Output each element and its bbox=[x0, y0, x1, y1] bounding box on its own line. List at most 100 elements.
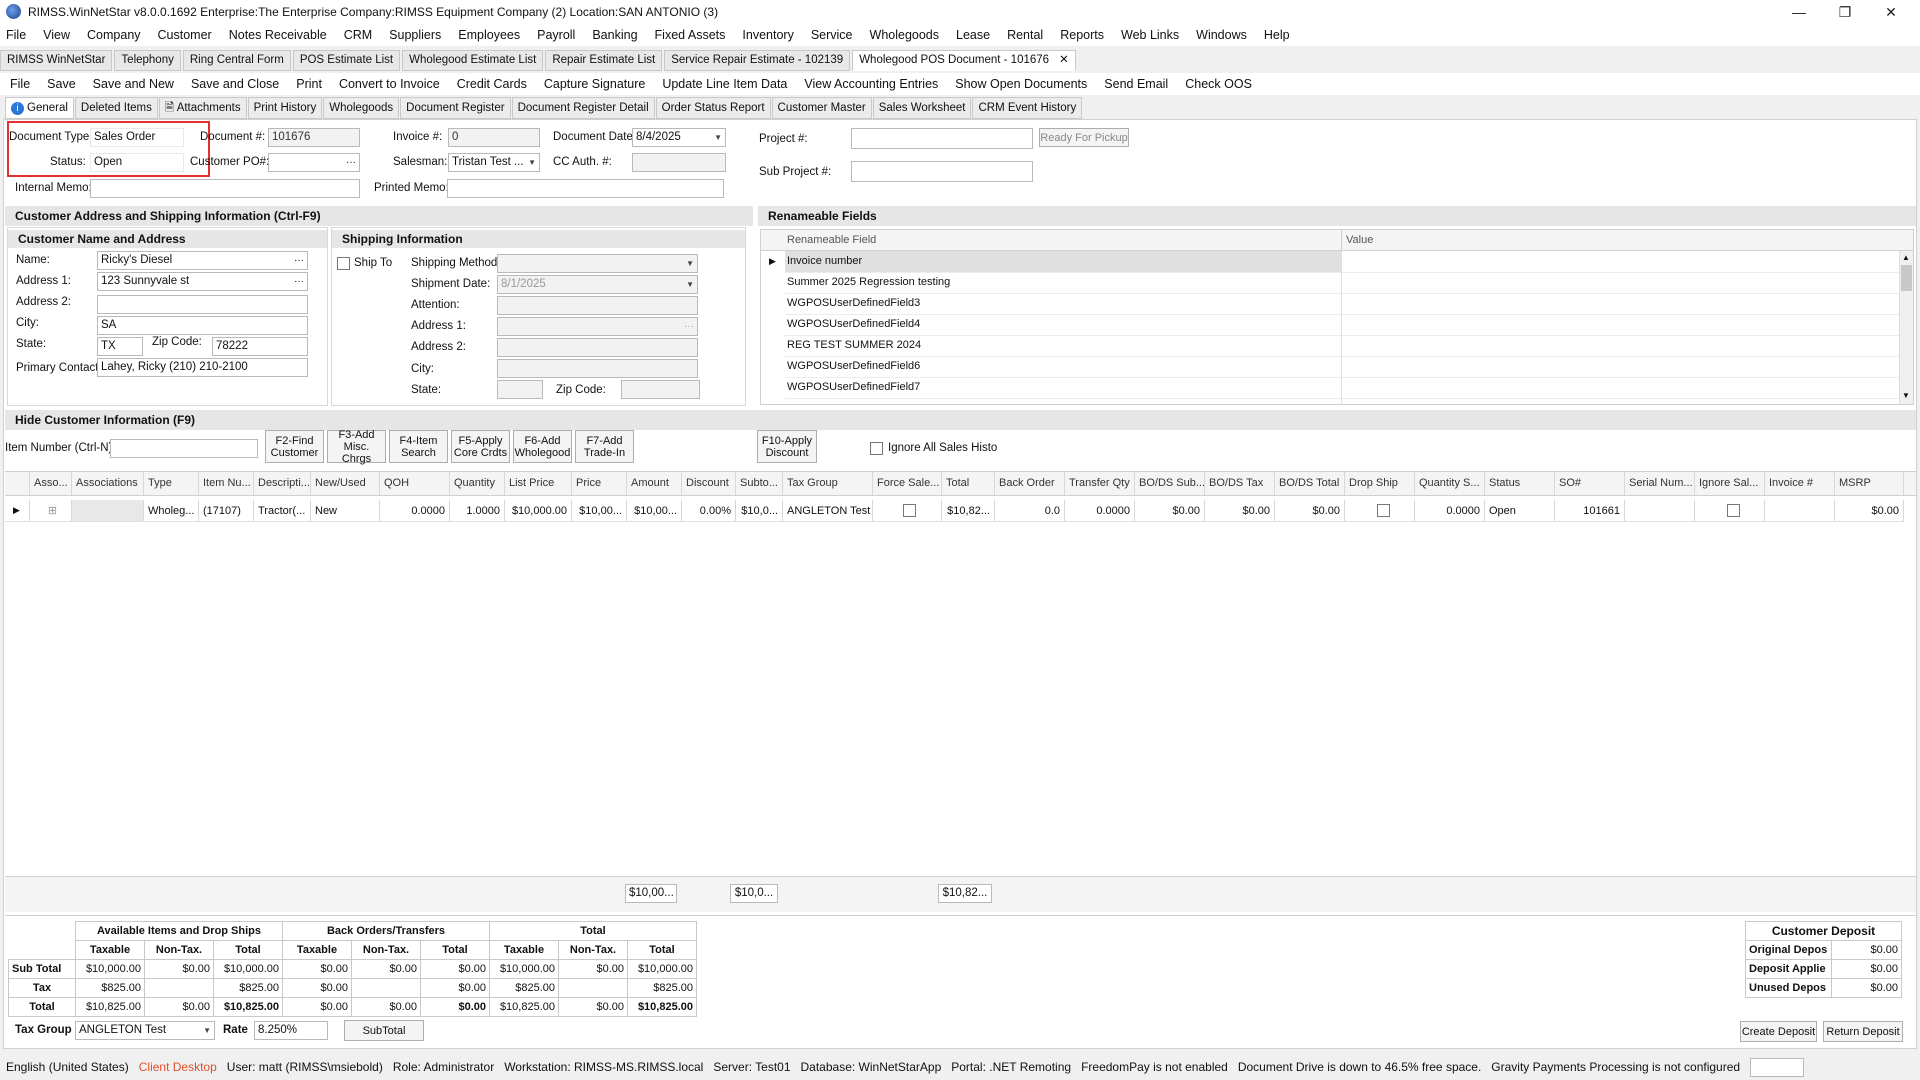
tab-document-register[interactable]: Document Register bbox=[400, 97, 511, 119]
cust-po-input[interactable]: ··· bbox=[268, 153, 360, 172]
show-open-documents-button[interactable]: Show Open Documents bbox=[955, 77, 1087, 91]
col-msrp[interactable]: MSRP bbox=[1834, 472, 1904, 495]
col-price[interactable]: Price bbox=[571, 472, 626, 495]
tab-wholegoods[interactable]: Wholegoods bbox=[323, 97, 400, 119]
tab-print-history[interactable]: Print History bbox=[247, 97, 323, 119]
menu-file[interactable]: File bbox=[6, 28, 26, 42]
ignore-sales-history-checkbox[interactable] bbox=[870, 442, 883, 455]
menu-web-links[interactable]: Web Links bbox=[1121, 28, 1179, 42]
expand-icon[interactable]: ⊞ bbox=[29, 500, 71, 521]
scroll-down-icon[interactable]: ▼ bbox=[1902, 391, 1910, 400]
hide-customer-toggle[interactable]: Hide Customer Information (F9) bbox=[5, 410, 1916, 430]
tab-repair-estimate-list[interactable]: Repair Estimate List bbox=[545, 50, 663, 71]
menu-rental[interactable]: Rental bbox=[1007, 28, 1043, 42]
project-input[interactable] bbox=[851, 128, 1033, 149]
customer-section-header[interactable]: Customer Address and Shipping Informatio… bbox=[5, 206, 753, 226]
find-customer-button[interactable]: F2-Find Customer bbox=[265, 430, 324, 463]
col-quantity-shipped[interactable]: Quantity S... bbox=[1414, 472, 1484, 495]
col-bods-total[interactable]: BO/DS Total bbox=[1274, 472, 1344, 495]
close-icon[interactable]: ✕ bbox=[1868, 0, 1914, 24]
menu-lease[interactable]: Lease bbox=[956, 28, 990, 42]
tab-sales-worksheet[interactable]: Sales Worksheet bbox=[872, 97, 972, 119]
ellipsis-icon[interactable]: ··· bbox=[346, 154, 356, 171]
print-button[interactable]: Print bbox=[296, 77, 322, 91]
salesman-select[interactable]: Tristan Test ... ▼ bbox=[448, 153, 540, 172]
renameable-row[interactable]: REG TEST SUMMER 2024 bbox=[787, 339, 921, 351]
menu-wholegoods[interactable]: Wholegoods bbox=[870, 28, 940, 42]
convert-to-invoice-button[interactable]: Convert to Invoice bbox=[339, 77, 440, 91]
ship-to-checkbox[interactable] bbox=[337, 257, 350, 270]
tab-crm-event-history[interactable]: CRM Event History bbox=[972, 97, 1083, 119]
tab-customer-master[interactable]: Customer Master bbox=[771, 97, 872, 119]
subtotal-button[interactable]: SubTotal bbox=[344, 1020, 424, 1041]
tab-pos-estimate-list[interactable]: POS Estimate List bbox=[292, 50, 401, 71]
force-sale-checkbox[interactable] bbox=[903, 504, 916, 517]
menu-payroll[interactable]: Payroll bbox=[537, 28, 575, 42]
col-quantity[interactable]: Quantity bbox=[449, 472, 504, 495]
ready-for-pickup-button[interactable]: Ready For Pickup bbox=[1039, 128, 1129, 147]
tab-ring-central[interactable]: Ring Central Form bbox=[182, 50, 291, 71]
state-input[interactable]: TX bbox=[97, 337, 143, 356]
menu-employees[interactable]: Employees bbox=[458, 28, 520, 42]
save-and-close-button[interactable]: Save and Close bbox=[191, 77, 279, 91]
ellipsis-icon[interactable]: ··· bbox=[294, 252, 304, 269]
col-transfer-qty[interactable]: Transfer Qty bbox=[1064, 472, 1134, 495]
tab-attachments[interactable]: 🗎 Attachments bbox=[158, 97, 247, 119]
tab-document-register-detail[interactable]: Document Register Detail bbox=[511, 97, 655, 119]
save-and-new-button[interactable]: Save and New bbox=[93, 77, 174, 91]
menu-service[interactable]: Service bbox=[811, 28, 853, 42]
menu-notes-receivable[interactable]: Notes Receivable bbox=[229, 28, 327, 42]
add-misc-charges-button[interactable]: F3-Add Misc. Chrgs bbox=[327, 429, 386, 465]
tab-telephony[interactable]: Telephony bbox=[114, 50, 181, 71]
renameable-row[interactable]: Invoice number bbox=[787, 255, 862, 267]
view-accounting-button[interactable]: View Accounting Entries bbox=[804, 77, 938, 91]
restore-icon[interactable]: ❐ bbox=[1822, 0, 1868, 24]
update-line-item-button[interactable]: Update Line Item Data bbox=[662, 77, 787, 91]
menu-banking[interactable]: Banking bbox=[592, 28, 637, 42]
menu-customer[interactable]: Customer bbox=[158, 28, 212, 42]
save-button[interactable]: Save bbox=[47, 77, 76, 91]
ignore-sales-checkbox[interactable] bbox=[1727, 504, 1740, 517]
col-tax-group[interactable]: Tax Group bbox=[782, 472, 872, 495]
renameable-row[interactable]: WGPOSUserDefinedField7 bbox=[787, 381, 920, 393]
tab-order-status-report[interactable]: Order Status Report bbox=[655, 97, 771, 119]
menu-reports[interactable]: Reports bbox=[1060, 28, 1104, 42]
col-serial-number[interactable]: Serial Num... bbox=[1624, 472, 1694, 495]
add-wholegood-button[interactable]: F6-Add Wholegood bbox=[513, 430, 572, 463]
col-type[interactable]: Type bbox=[143, 472, 198, 495]
col-asso[interactable]: Asso... bbox=[29, 472, 71, 495]
address1-input[interactable]: 123 Sunnyvale st ··· bbox=[97, 272, 308, 291]
table-row[interactable]: ▶ ⊞ Wholeg... (17107) Tractor(... New 0.… bbox=[5, 500, 1904, 522]
col-description[interactable]: Descripti... bbox=[253, 472, 310, 495]
drop-ship-checkbox[interactable] bbox=[1377, 504, 1390, 517]
col-discount[interactable]: Discount bbox=[681, 472, 735, 495]
col-bods-tax[interactable]: BO/DS Tax bbox=[1204, 472, 1274, 495]
col-status[interactable]: Status bbox=[1484, 472, 1554, 495]
tab-service-repair-estimate[interactable]: Service Repair Estimate - 102139 bbox=[664, 50, 851, 71]
send-email-button[interactable]: Send Email bbox=[1104, 77, 1168, 91]
add-trade-in-button[interactable]: F7-Add Trade-In bbox=[575, 430, 634, 463]
item-number-input[interactable] bbox=[110, 439, 258, 458]
scroll-up-icon[interactable]: ▲ bbox=[1902, 253, 1910, 262]
minimize-icon[interactable]: — bbox=[1776, 0, 1822, 24]
item-search-button[interactable]: F4-Item Search bbox=[389, 430, 448, 463]
doc-date-picker[interactable]: 8/4/2025 ▼ bbox=[632, 128, 726, 147]
menu-fixed-assets[interactable]: Fixed Assets bbox=[655, 28, 726, 42]
col-amount[interactable]: Amount bbox=[626, 472, 681, 495]
menu-inventory[interactable]: Inventory bbox=[742, 28, 793, 42]
col-qoh[interactable]: QOH bbox=[379, 472, 449, 495]
col-force-sale[interactable]: Force Sale... bbox=[872, 472, 941, 495]
check-oos-button[interactable]: Check OOS bbox=[1185, 77, 1252, 91]
menu-view[interactable]: View bbox=[43, 28, 70, 42]
col-bods-subtotal[interactable]: BO/DS Sub... bbox=[1134, 472, 1204, 495]
menu-help[interactable]: Help bbox=[1264, 28, 1290, 42]
col-item-number[interactable]: Item Nu... bbox=[198, 472, 253, 495]
zip-input[interactable]: 78222 bbox=[212, 337, 308, 356]
apply-core-credits-button[interactable]: F5-Apply Core Crdts bbox=[451, 430, 510, 463]
apply-discount-button[interactable]: F10-Apply Discount bbox=[757, 430, 817, 463]
vertical-scrollbar[interactable]: ▲ ▼ bbox=[1899, 251, 1913, 404]
printed-memo-input[interactable] bbox=[447, 179, 724, 198]
toolbar-file[interactable]: File bbox=[10, 77, 30, 91]
renameable-row[interactable]: WGPOSUserDefinedField4 bbox=[787, 318, 920, 330]
tab-close-icon[interactable]: ✕ bbox=[1059, 54, 1069, 66]
